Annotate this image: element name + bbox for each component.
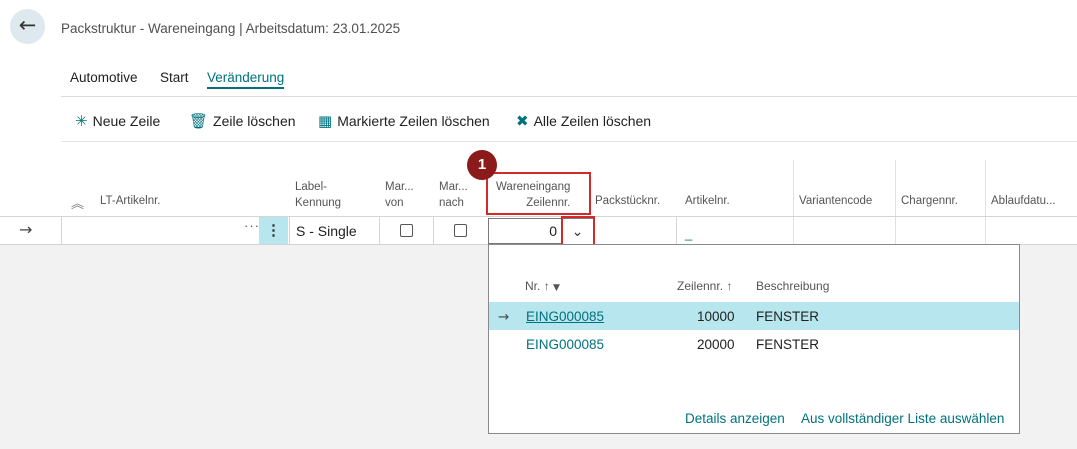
lookup-nr-link[interactable]: EING000085: [526, 309, 604, 324]
annotation-badge: 1: [467, 150, 497, 180]
selected-row-arrow-icon: →: [498, 309, 510, 325]
cell-separator: [61, 216, 62, 244]
column-separator: [895, 160, 896, 245]
tab-automotive[interactable]: Automotive: [70, 70, 138, 85]
label-kennung-field[interactable]: S - Single: [296, 223, 357, 239]
zeilennr-label: Zeilennr.: [677, 279, 724, 293]
row-top-border: [0, 216, 1077, 217]
lookup-ellipsis-button[interactable]: ···: [244, 218, 260, 233]
artikelnr-field[interactable]: _: [685, 226, 692, 241]
tab-divider: [61, 96, 1077, 97]
lookup-row[interactable]: → EING000085 10000 FENSTER: [489, 302, 1019, 330]
cell-separator: [433, 216, 434, 244]
delete-line-button[interactable]: 🗑 Zeile löschen: [189, 111, 296, 131]
column-header-label-kennung[interactable]: Label- Kennung: [295, 179, 341, 211]
filter-icon[interactable]: ▼: [553, 283, 560, 293]
lookup-beschreibung: FENSTER: [756, 309, 820, 324]
zeilennr-input[interactable]: 0: [488, 218, 563, 244]
current-row-arrow-icon: →: [19, 220, 33, 239]
column-header-lt-artikelnr[interactable]: LT-Artikelnr.: [100, 193, 161, 209]
cell-separator: [289, 216, 290, 244]
mar-von-checkbox[interactable]: [400, 224, 413, 237]
back-arrow-icon[interactable]: ←: [10, 9, 45, 44]
row-bottom-border: [1018, 244, 1077, 245]
column-header-artikelnr[interactable]: Artikelnr.: [685, 193, 730, 209]
new-line-label: Neue Zeile: [92, 113, 161, 129]
lookup-zeilennr: 20000: [697, 337, 735, 352]
delete-all-rows-icon: ✖: [516, 112, 529, 130]
delete-line-label: Zeile löschen: [213, 113, 296, 129]
page-title: Packstruktur - Wareneingang | Arbeitsdat…: [61, 21, 401, 36]
lookup-header-zeilennr[interactable]: Zeilennr. ↑: [677, 279, 732, 293]
column-header-mar-von[interactable]: Mar... von: [385, 179, 414, 211]
delete-all-lines-label: Alle Zeilen löschen: [533, 113, 652, 129]
actions-divider: [61, 141, 1077, 142]
sort-up-icon: ↑: [726, 279, 733, 293]
annotation-highlight-header: [486, 172, 591, 215]
new-line-button[interactable]: ✳ Neue Zeile: [75, 111, 160, 131]
sparkle-icon: ✳: [75, 112, 88, 130]
row-bottom-border: [0, 244, 488, 245]
nr-label: Nr.: [525, 279, 541, 293]
lookup-row[interactable]: EING000085 20000 FENSTER: [489, 330, 1019, 358]
details-anzeigen-link[interactable]: Details anzeigen: [685, 411, 785, 426]
zeilennr-value: 0: [549, 223, 557, 239]
delete-marked-lines-label: Markierte Zeilen löschen: [337, 113, 490, 129]
row-menu-icon[interactable]: ⋮: [259, 217, 288, 244]
delete-all-lines-button[interactable]: ✖ Alle Zeilen löschen: [516, 111, 651, 131]
column-separator: [985, 160, 986, 245]
lookup-nr-link[interactable]: EING000085: [526, 337, 604, 352]
trash-icon: 🗑: [189, 112, 209, 130]
lookup-header-nr[interactable]: Nr. ↑ ▼: [525, 279, 560, 293]
lookup-dropdown: Nr. ↑ ▼ Zeilennr. ↑ Beschreibung → EING0…: [488, 244, 1020, 434]
lookup-zeilennr: 10000: [697, 309, 735, 324]
cell-separator: [676, 216, 677, 244]
column-header-variantencode[interactable]: Variantencode: [799, 193, 872, 209]
lookup-beschreibung: FENSTER: [756, 337, 820, 352]
mar-nach-checkbox[interactable]: [454, 224, 467, 237]
collapse-chevron-icon[interactable]: ︽: [71, 193, 84, 212]
tab-start[interactable]: Start: [160, 70, 189, 85]
column-header-chargennr[interactable]: Chargennr.: [901, 193, 958, 209]
delete-marked-rows-icon: ▦: [318, 112, 333, 130]
lookup-header-beschreibung[interactable]: Beschreibung: [756, 279, 829, 293]
full-list-link[interactable]: Aus vollständiger Liste auswählen: [801, 411, 1004, 426]
column-header-packstuecknr[interactable]: Packstücknr.: [595, 193, 660, 209]
column-header-mar-nach[interactable]: Mar... nach: [439, 179, 468, 211]
tab-veraenderung[interactable]: Veränderung: [207, 70, 285, 89]
cell-separator: [379, 216, 380, 244]
delete-marked-lines-button[interactable]: ▦ Markierte Zeilen löschen: [318, 111, 490, 131]
column-header-ablaufdatum[interactable]: Ablaufdatu...: [991, 193, 1056, 209]
column-separator: [793, 160, 794, 245]
sort-up-icon: ↑: [543, 279, 550, 293]
